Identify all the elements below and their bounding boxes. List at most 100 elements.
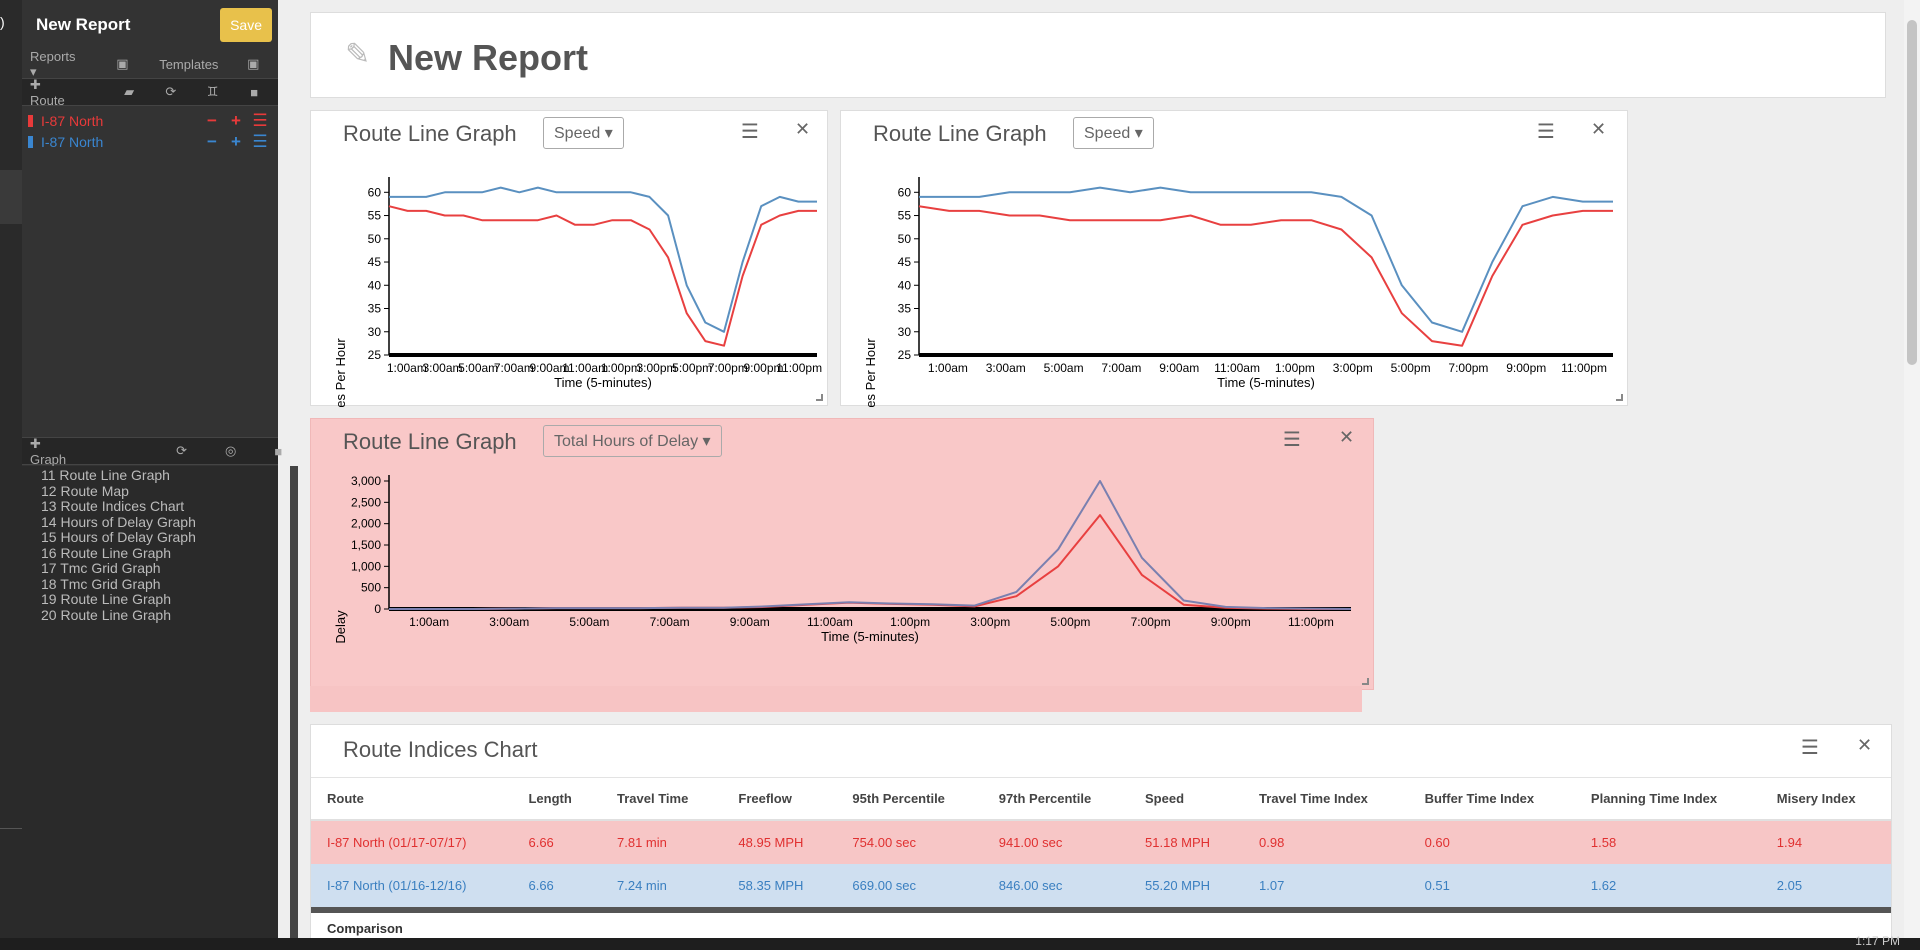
column-header[interactable]: Freeflow (722, 777, 837, 821)
graph-list-item[interactable]: 17 Tmc Grid Graph (41, 560, 201, 577)
delay-chart: 0 500 1,000 1,500 2,000 2,500 3,000 1:00am 3:00a… (333, 474, 1352, 644)
series-line (389, 480, 1352, 610)
series-line (918, 205, 1613, 347)
y-tick-label: 35 (368, 302, 382, 316)
graph-list-item[interactable]: 18 Tmc Grid Graph (41, 576, 201, 593)
column-header[interactable]: Misery Index (1760, 777, 1891, 821)
save-button[interactable]: Save (220, 8, 272, 42)
resize-handle[interactable] (1616, 394, 1623, 401)
card-title: Route Indices Chart (343, 737, 538, 762)
list-icon[interactable]: ☰ (248, 111, 272, 131)
route-toolbar: ✚ Route ▰ ⟳ ♊ ■ (22, 77, 278, 108)
remove-icon[interactable]: − (200, 132, 224, 152)
column-header[interactable]: Route (311, 777, 513, 821)
graph-list-item[interactable]: 15 Hours of Delay Graph (41, 529, 201, 546)
refresh-icon[interactable]: ⟳ (165, 84, 177, 100)
route-indices-card: Route Indices Chart ☰ ✕ Route Length Trave… (310, 724, 1892, 940)
column-header[interactable]: Speed (1129, 777, 1244, 821)
remove-icon[interactable]: − (200, 111, 224, 131)
add-graph-button[interactable]: ✚ Graph (30, 436, 76, 467)
taskbar-clock: 1:17 PM (1855, 934, 1900, 948)
x-tick-label: 5:00am (569, 615, 609, 629)
route-line-graph-card: Route Line Graph Speed ▾ ☰ ✕ 25 30 35 40 45 5… (840, 110, 1628, 407)
graph-list-item[interactable]: 14 Hours of Delay Graph (41, 514, 201, 531)
x-tick-label: 1:00am (387, 361, 427, 375)
x-tick-label: 5:00pm (1050, 615, 1090, 629)
column-header[interactable]: Buffer Time Index (1408, 777, 1575, 821)
graph-list-item[interactable]: 16 Route Line Graph (41, 545, 201, 562)
templates-link[interactable]: Templates (159, 57, 218, 72)
x-tick-label: 11:00pm (1561, 361, 1607, 375)
graph-list-item[interactable]: 12 Route Map (41, 483, 201, 500)
table-cell: 846.00 sec (982, 864, 1130, 907)
table-cell: 1.94 (1760, 820, 1891, 864)
scrollbar-thumb[interactable] (1907, 20, 1917, 365)
save-report-icon[interactable]: ▣ (116, 56, 130, 72)
route-color-swatch (28, 114, 33, 127)
column-header[interactable]: 97th Percentile (982, 777, 1130, 821)
close-icon[interactable]: ✕ (1857, 735, 1872, 756)
save-template-icon[interactable]: ▣ (246, 56, 260, 72)
x-tick-label: 9:00pm (1211, 615, 1251, 629)
add-icon[interactable]: + (224, 111, 248, 131)
route-item[interactable]: I-87 North − + ☰ (28, 131, 272, 152)
table-cell: 6.66 (512, 820, 601, 864)
eye-slash-icon[interactable]: ◎ (225, 443, 236, 459)
y-tick-label: 500 (361, 581, 381, 595)
series-line (919, 186, 1613, 333)
y-tick-label: 40 (898, 278, 912, 292)
reports-dropdown[interactable]: Reports ▾ (30, 49, 94, 80)
graph-list-item[interactable]: 19 Route Line Graph (41, 591, 201, 608)
y-tick-label: 3,000 (351, 474, 381, 488)
resize-handle[interactable] (1362, 678, 1369, 685)
sidebar-header: New Report Save (22, 0, 278, 50)
binoculars-icon[interactable]: ♊ (207, 84, 219, 100)
add-route-button[interactable]: ✚ Route (30, 77, 79, 108)
x-tick-label: 3:00am (986, 361, 1026, 375)
column-header[interactable]: Length (512, 777, 601, 821)
column-header[interactable]: 95th Percentile (836, 777, 983, 821)
folder-icon[interactable]: ▰ (123, 84, 135, 100)
table-cell: 51.18 MPH (1129, 820, 1244, 864)
column-header[interactable]: Travel Time Index (1243, 777, 1409, 821)
table-cell: 2.05 (1760, 864, 1891, 907)
column-header[interactable]: Planning Time Index (1574, 777, 1761, 821)
series-line (389, 186, 817, 333)
list-icon[interactable]: ☰ (248, 132, 272, 152)
y-tick-label: 1,500 (351, 538, 381, 552)
route-item[interactable]: I-87 North − + ☰ (28, 110, 272, 131)
edge-divider (0, 828, 22, 829)
y-tick-label: 30 (898, 325, 912, 339)
drop-placeholder (310, 686, 1362, 712)
left-edge-strip: ) (0, 0, 22, 950)
table-cell: I-87 North (01/17-07/17) (311, 820, 513, 864)
sidebar-scrollbar[interactable] (290, 466, 298, 940)
x-tick-label: 1:00pm (1275, 361, 1315, 375)
table-cell: I-87 North (01/16-12/16) (311, 864, 513, 907)
y-tick-label: 2,000 (351, 517, 381, 531)
graph-list-item[interactable]: 20 Route Line Graph (41, 607, 201, 624)
taskbar: 1:17 PM (0, 934, 1920, 950)
pencil-icon[interactable]: ✎ (345, 37, 370, 72)
speed-chart: 25 30 35 40 45 50 55 60 1:00am 3:00am 5:00am 7:00am… (863, 177, 1613, 407)
report-title[interactable]: New Report (388, 37, 588, 79)
trash-icon[interactable]: ■ (274, 444, 282, 459)
table-cell: 754.00 sec (836, 820, 983, 864)
refresh-icon[interactable]: ⟳ (176, 443, 187, 459)
comparison-label: Comparison (327, 920, 403, 936)
add-icon[interactable]: + (224, 132, 248, 152)
x-tick-label: 11:00am (807, 615, 853, 629)
resize-handle[interactable] (816, 394, 823, 401)
edge-block (0, 170, 22, 224)
x-tick-label: 9:00am (1159, 361, 1199, 375)
graph-list-item[interactable]: 11 Route Line Graph (41, 467, 201, 484)
page-scrollbar[interactable] (1904, 0, 1920, 940)
x-tick-label: 3:00pm (970, 615, 1010, 629)
route-list: I-87 North − + ☰ I-87 North − + ☰ (22, 106, 278, 156)
x-tick-label: 5:00pm (1391, 361, 1431, 375)
trash-icon[interactable]: ■ (248, 85, 260, 100)
column-header[interactable]: Travel Time (601, 777, 723, 821)
x-axis-label: Time (5-minutes) (1217, 375, 1315, 390)
graph-list-item[interactable]: 13 Route Indices Chart (41, 498, 201, 515)
menu-icon[interactable]: ☰ (1801, 735, 1819, 760)
